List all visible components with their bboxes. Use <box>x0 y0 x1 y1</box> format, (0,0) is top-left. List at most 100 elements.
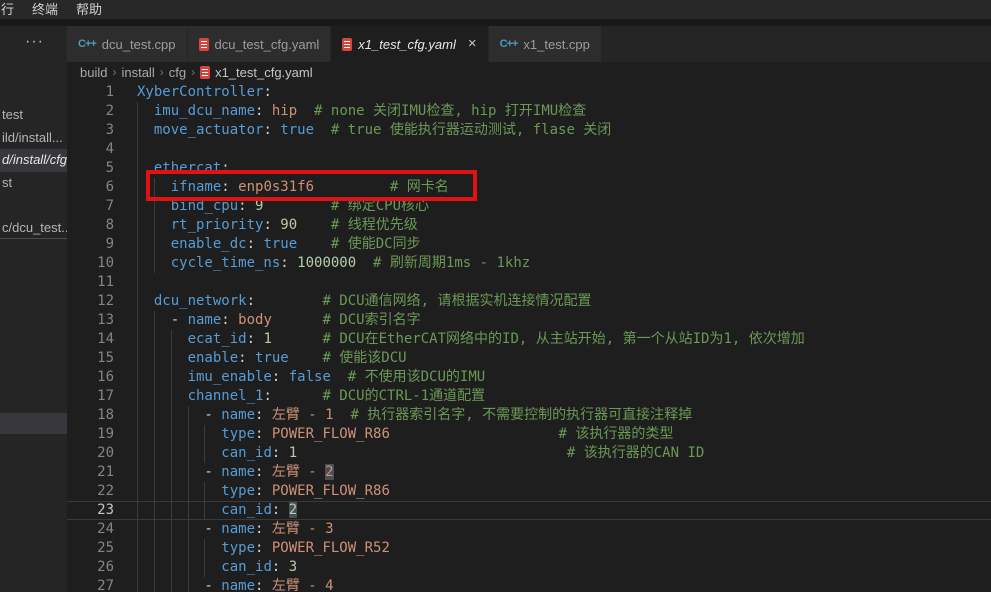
tab-dcu_test_cfg.yaml[interactable]: dcu_test_cfg.yaml <box>188 26 332 62</box>
line-number[interactable]: 2 <box>67 102 114 121</box>
code-text: - name: body # DCU索引名字 <box>137 311 421 330</box>
close-icon[interactable]: × <box>468 37 477 51</box>
code-text: XyberController: <box>137 83 272 102</box>
token: cycle_time_ns <box>171 255 281 271</box>
token <box>334 407 351 423</box>
line-number[interactable]: 19 <box>67 425 114 444</box>
sidebar-panel: testild/install...d/install/cfgst c/dcu_t… <box>0 26 67 592</box>
token: - <box>137 464 221 480</box>
line-number[interactable]: 12 <box>67 292 114 311</box>
line-number[interactable]: 8 <box>67 216 114 235</box>
token <box>272 312 323 328</box>
tab-x1_test_cfg.yaml[interactable]: x1_test_cfg.yaml× <box>331 26 488 62</box>
line-number[interactable]: 14 <box>67 330 114 349</box>
token: false <box>289 369 331 385</box>
line-number[interactable]: 20 <box>67 444 114 463</box>
line-number[interactable]: 15 <box>67 349 114 368</box>
code-line[interactable]: 11 <box>67 273 991 292</box>
code-line[interactable]: 20 can_id: 1 # 该执行器的CAN ID <box>67 444 991 463</box>
line-number[interactable]: 3 <box>67 121 114 140</box>
token: 1 <box>289 445 297 461</box>
token: 左臂 - 3 <box>272 521 334 537</box>
line-number[interactable]: 5 <box>67 159 114 178</box>
tab-x1_test.cpp[interactable]: C++x1_test.cpp <box>489 26 602 62</box>
token: can_id <box>221 445 272 461</box>
code-line[interactable]: 27 - name: 左臂 - 4 <box>67 577 991 592</box>
token: enable <box>188 350 239 366</box>
token: : <box>247 331 264 347</box>
code-line[interactable]: 12 dcu_network: # DCU通信网络, 请根据实机连接情况配置 <box>67 292 991 311</box>
sidebar-item[interactable]: c/dcu_test... <box>0 217 67 240</box>
code-line[interactable]: 3 move_actuator: true # true 使能执行器运动测试, … <box>67 121 991 140</box>
line-number[interactable]: 21 <box>67 463 114 482</box>
token <box>137 236 171 252</box>
code-line[interactable]: 4 <box>67 140 991 159</box>
breadcrumb-segment[interactable]: build <box>80 65 107 80</box>
line-number[interactable]: 25 <box>67 539 114 558</box>
line-number[interactable]: 6 <box>67 178 114 197</box>
code-line[interactable]: 15 enable: true # 使能该DCU <box>67 349 991 368</box>
line-number[interactable]: 4 <box>67 140 114 159</box>
token: 左臂 - 4 <box>272 578 334 592</box>
code-line[interactable]: 26 can_id: 3 <box>67 558 991 577</box>
breadcrumb-segment[interactable]: install <box>121 65 154 80</box>
line-number[interactable]: 22 <box>67 482 114 501</box>
menu-item-终端[interactable]: 终端 <box>23 0 67 19</box>
token <box>297 217 331 233</box>
more-actions-ellipsis-icon[interactable]: ··· <box>25 32 55 52</box>
code-line[interactable]: 19 type: POWER_FLOW_R86 # 该执行器的类型 <box>67 425 991 444</box>
line-number[interactable]: 17 <box>67 387 114 406</box>
line-number[interactable]: 18 <box>67 406 114 425</box>
editor-pane[interactable]: 1 XyberController:2 imu_dcu_name: hip # n… <box>67 82 991 592</box>
code-line[interactable]: 16 imu_enable: false # 不使用该DCU的IMU <box>67 368 991 387</box>
token <box>297 103 314 119</box>
sidebar-item[interactable]: ild/install... <box>0 127 67 150</box>
token: true <box>280 122 314 138</box>
token <box>137 369 188 385</box>
line-number[interactable]: 9 <box>67 235 114 254</box>
token: true <box>263 236 297 252</box>
code-line[interactable]: 14 ecat_id: 1 # DCU在EtherCAT网络中的ID, 从主站开… <box>67 330 991 349</box>
token: : <box>263 84 271 100</box>
line-number[interactable]: 13 <box>67 311 114 330</box>
code-line[interactable]: 21 - name: 左臂 - 2 <box>67 463 991 482</box>
code-line[interactable]: 18 - name: 左臂 - 1 # 执行器索引名字, 不需要控制的执行器可直… <box>67 406 991 425</box>
code-line[interactable]: 2 imu_dcu_name: hip # none 关闭IMU检查, hip … <box>67 102 991 121</box>
sidebar-item[interactable] <box>0 194 67 217</box>
line-number[interactable]: 10 <box>67 254 114 273</box>
code-line[interactable]: 17 channel_1: # DCU的CTRL-1通道配置 <box>67 387 991 406</box>
breadcrumb-filename[interactable]: x1_test_cfg.yaml <box>215 65 313 80</box>
menu-item-行[interactable]: 行 <box>0 0 23 19</box>
line-number[interactable]: 16 <box>67 368 114 387</box>
code-line[interactable]: 8 rt_priority: 90 # 线程优先级 <box>67 216 991 235</box>
code-line[interactable]: 24 - name: 左臂 - 3 <box>67 520 991 539</box>
code-line[interactable]: 13 - name: body # DCU索引名字 <box>67 311 991 330</box>
menu-item-帮助[interactable]: 帮助 <box>67 0 111 19</box>
token <box>137 350 188 366</box>
line-number[interactable]: 7 <box>67 197 114 216</box>
comment-text: # true 使能执行器运动测试, flase 关闭 <box>331 122 611 138</box>
line-number[interactable]: 11 <box>67 273 114 292</box>
sidebar-selected-row[interactable] <box>0 413 67 434</box>
comment-text: # 该执行器的CAN ID <box>567 445 704 461</box>
line-number[interactable]: 24 <box>67 520 114 539</box>
code-line[interactable]: 23 can_id: 2 <box>67 501 991 520</box>
sidebar-item[interactable]: test <box>0 104 67 127</box>
line-number[interactable]: 23 <box>67 501 114 520</box>
token: body <box>238 312 272 328</box>
code-line[interactable]: 22 type: POWER_FLOW_R86 <box>67 482 991 501</box>
line-number[interactable]: 26 <box>67 558 114 577</box>
code-line[interactable]: 25 type: POWER_FLOW_R52 <box>67 539 991 558</box>
token: rt_priority <box>171 217 264 233</box>
code-line[interactable]: 9 enable_dc: true # 使能DC同步 <box>67 235 991 254</box>
code-line[interactable]: 10 cycle_time_ns: 1000000 # 刷新周期1ms - 1k… <box>67 254 991 273</box>
token: can_id <box>221 559 272 575</box>
breadcrumb-segment[interactable]: cfg <box>169 65 186 80</box>
code-line[interactable]: 1 XyberController: <box>67 83 991 102</box>
line-number[interactable]: 1 <box>67 83 114 102</box>
tab-dcu_test.cpp[interactable]: C++dcu_test.cpp <box>67 26 188 62</box>
token <box>297 445 567 461</box>
sidebar-item[interactable]: d/install/cfg <box>0 149 67 172</box>
sidebar-item[interactable]: st <box>0 172 67 195</box>
line-number[interactable]: 27 <box>67 577 114 592</box>
